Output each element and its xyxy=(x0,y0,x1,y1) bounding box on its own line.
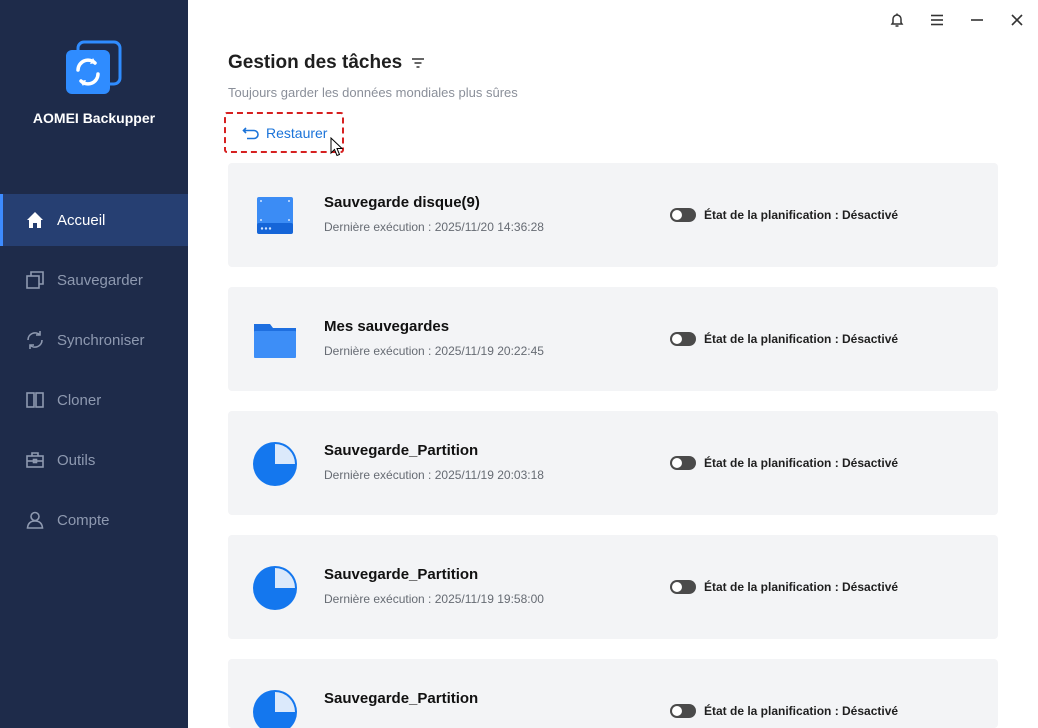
menu-icon xyxy=(931,14,943,26)
partition-icon xyxy=(253,442,297,486)
task-card[interactable]: Sauvegarde disque(9) Dernière exécution … xyxy=(228,163,998,267)
schedule-status: État de la planification : Désactivé xyxy=(704,704,899,718)
schedule-toggle[interactable] xyxy=(670,704,696,718)
disk-icon xyxy=(257,197,293,234)
sidebar-item-label: Cloner xyxy=(57,391,102,409)
task-card[interactable]: Sauvegarde_Partition Dernière exécution … xyxy=(228,411,998,515)
close-icon xyxy=(1011,14,1023,26)
task-name: Sauvegarde disque(9) xyxy=(324,194,480,211)
app-name: AOMEI Backupper xyxy=(32,110,156,126)
schedule-status: État de la planification : Désactivé xyxy=(704,208,899,222)
schedule-toggle[interactable] xyxy=(670,332,696,346)
restore-icon xyxy=(242,126,259,139)
task-name: Mes sauvegardes xyxy=(324,318,450,335)
task-card[interactable]: Mes sauvegardes Dernière exécution : 202… xyxy=(228,287,998,391)
task-last-run: Dernière exécution : 2025/11/19 20:03:18 xyxy=(324,468,544,482)
schedule-status: État de la planification : Désactivé xyxy=(704,332,899,346)
user-icon xyxy=(24,509,46,531)
bell-icon xyxy=(890,13,904,27)
task-name: Sauvegarde_Partition xyxy=(324,566,479,583)
brand: AOMEI Backupper xyxy=(0,0,188,140)
clone-icon xyxy=(24,389,46,411)
task-card[interactable]: Sauvegarde_Partition État de la planific… xyxy=(228,659,998,728)
sidebar-item-outils[interactable]: Outils xyxy=(0,434,188,486)
sidebar-item-sauvegarder[interactable]: Sauvegarder xyxy=(0,254,188,306)
schedule-toggle[interactable] xyxy=(670,208,696,222)
task-card[interactable]: Sauvegarde_Partition Dernière exécution … xyxy=(228,535,998,639)
task-last-run: Dernière exécution : 2025/11/19 20:22:45 xyxy=(324,344,544,358)
sidebar-item-compte[interactable]: Compte xyxy=(0,494,188,546)
schedule-toggle[interactable] xyxy=(670,580,696,594)
task-name: Sauvegarde_Partition xyxy=(324,690,479,707)
sidebar-item-synchroniser[interactable]: Synchroniser xyxy=(0,314,188,366)
page-title: Gestion des tâches xyxy=(228,52,403,73)
minimize-button[interactable] xyxy=(965,8,989,32)
home-icon xyxy=(24,209,46,231)
app-logo-icon xyxy=(66,40,122,94)
sidebar-item-label: Compte xyxy=(57,511,110,529)
partition-icon xyxy=(253,690,297,728)
page-subtitle: Toujours garder les données mondiales pl… xyxy=(228,85,518,100)
schedule-status: État de la planification : Désactivé xyxy=(704,456,899,470)
restore-label: Restaurer xyxy=(266,124,328,141)
task-last-run: Dernière exécution : 2025/11/19 19:58:00 xyxy=(324,592,544,606)
sidebar-item-cloner[interactable]: Cloner xyxy=(0,374,188,426)
backup-icon xyxy=(24,269,46,291)
notifications-button[interactable] xyxy=(885,8,909,32)
sidebar-item-accueil[interactable]: Accueil xyxy=(0,194,188,246)
task-last-run: Dernière exécution : 2025/11/20 14:36:28 xyxy=(324,220,544,234)
close-button[interactable] xyxy=(1005,8,1029,32)
sidebar-item-label: Outils xyxy=(57,451,96,469)
schedule-toggle[interactable] xyxy=(670,456,696,470)
schedule-status: État de la planification : Désactivé xyxy=(704,580,899,594)
restore-button[interactable]: Restaurer xyxy=(224,112,344,153)
sidebar: AOMEI Backupper Accueil Sauvegarder Sync… xyxy=(0,0,188,728)
mouse-cursor-icon xyxy=(330,137,344,157)
sync-icon xyxy=(24,329,46,351)
task-name: Sauvegarde_Partition xyxy=(324,442,479,459)
filter-icon[interactable] xyxy=(410,55,426,71)
partition-icon xyxy=(253,566,297,610)
folder-icon xyxy=(254,324,296,358)
sidebar-item-label: Synchroniser xyxy=(57,331,145,349)
sidebar-item-label: Accueil xyxy=(57,211,106,229)
minimize-icon xyxy=(971,19,983,21)
menu-button[interactable] xyxy=(925,8,949,32)
tools-icon xyxy=(24,449,46,471)
sidebar-item-label: Sauvegarder xyxy=(57,271,143,289)
